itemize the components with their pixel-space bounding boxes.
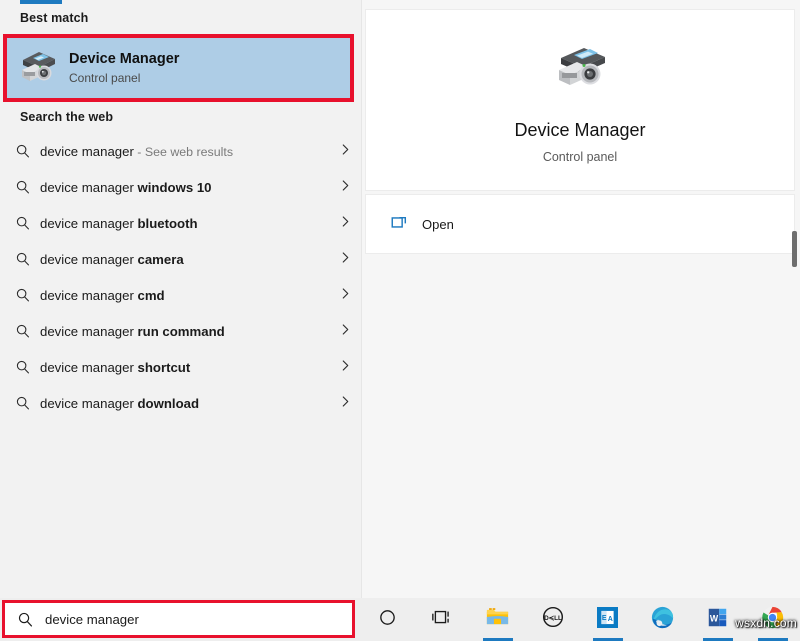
search-icon [15, 609, 35, 629]
web-suggestion-item[interactable]: device manager download [0, 385, 360, 421]
open-action-label: Open [422, 217, 454, 232]
web-suggestion-label: device manager download [40, 396, 330, 411]
search-icon [10, 246, 36, 272]
dell-icon: D≼LL [542, 606, 564, 633]
devices-printers-icon [13, 44, 61, 92]
blue-document-app-icon: E A [597, 607, 618, 633]
web-suggestion-keyword: camera [138, 252, 184, 267]
chevron-right-icon[interactable] [330, 215, 360, 231]
microsoft-edge-icon [651, 606, 674, 634]
blue-app-button[interactable]: E A [580, 598, 635, 641]
web-suggestion-label: device manager windows 10 [40, 180, 330, 195]
preview-actions-card: Open [365, 194, 795, 254]
preview-scrollbar[interactable] [790, 0, 799, 598]
file-explorer-icon [486, 607, 509, 632]
chevron-right-icon[interactable] [330, 323, 360, 339]
best-match-subtitle: Control panel [69, 70, 179, 86]
svg-text:E: E [602, 615, 607, 622]
best-match-header: Best match [20, 11, 88, 25]
web-suggestion-keyword: download [138, 396, 200, 411]
chevron-right-icon[interactable] [330, 179, 360, 195]
search-the-web-header: Search the web [20, 110, 113, 124]
web-suggestion-item[interactable]: device manager shortcut [0, 349, 360, 385]
devices-printers-icon [548, 40, 612, 96]
cortana-circle-icon [378, 608, 397, 632]
preview-subtitle: Control panel [366, 150, 794, 164]
open-action-button[interactable]: Open [390, 211, 454, 237]
open-external-icon [390, 213, 408, 236]
task-view-icon [432, 608, 454, 632]
web-suggestion-item[interactable]: device manager - See web results [0, 133, 360, 169]
search-input-value: device manager [45, 612, 139, 627]
best-match-container: Device Manager Control panel [3, 34, 354, 102]
best-match-text: Device Manager Control panel [69, 51, 179, 86]
web-suggestion-label: device manager - See web results [40, 144, 330, 159]
edge-button[interactable] [635, 598, 690, 641]
web-suggestion-label: device manager cmd [40, 288, 330, 303]
web-suggestion-item[interactable]: device manager windows 10 [0, 169, 360, 205]
web-suggestion-keyword: shortcut [138, 360, 191, 375]
cortana-button[interactable] [360, 598, 415, 641]
microsoft-word-icon: W [707, 607, 728, 633]
chevron-right-icon[interactable] [330, 251, 360, 267]
preview-card: Device Manager Control panel [365, 9, 795, 191]
svg-text:D≼LL: D≼LL [544, 615, 562, 622]
dell-button[interactable]: D≼LL [525, 598, 580, 641]
web-suggestion-item[interactable]: device manager run command [0, 313, 360, 349]
search-results-column: Best match [0, 0, 360, 598]
search-flyout: Best match [0, 0, 800, 598]
site-watermark: wsxdn.com [735, 616, 797, 630]
search-icon [10, 354, 36, 380]
taskbar: device manager [0, 598, 800, 641]
preview-title: Device Manager [366, 120, 794, 141]
preview-pane: Device Manager Control panel Open [361, 0, 800, 598]
web-suggestion-item[interactable]: device manager cmd [0, 277, 360, 313]
web-suggestion-label: device manager shortcut [40, 360, 330, 375]
web-suggestion-keyword: run command [138, 324, 225, 339]
search-input[interactable]: device manager [5, 603, 352, 635]
screen: Best match [0, 0, 800, 641]
web-suggestions-list: device manager - See web results device m… [0, 133, 360, 421]
search-icon [10, 318, 36, 344]
web-suggestion-label: device manager camera [40, 252, 330, 267]
chevron-right-icon[interactable] [330, 143, 360, 159]
web-suggestion-hint: - See web results [134, 145, 233, 159]
chevron-right-icon[interactable] [330, 359, 360, 375]
search-icon [10, 282, 36, 308]
scrollbar-thumb[interactable] [792, 231, 797, 267]
best-match-result-device-manager[interactable]: Device Manager Control panel [7, 38, 350, 98]
file-explorer-button[interactable] [470, 598, 525, 641]
task-view-button[interactable] [415, 598, 470, 641]
search-icon [10, 138, 36, 164]
taskbar-buttons: D≼LL E A [360, 598, 800, 641]
web-suggestion-keyword: cmd [138, 288, 165, 303]
web-suggestion-keyword: windows 10 [138, 180, 212, 195]
svg-text:A: A [608, 616, 613, 623]
search-icon [10, 390, 36, 416]
chevron-right-icon[interactable] [330, 287, 360, 303]
taskbar-search-container: device manager [0, 598, 358, 641]
web-suggestion-item[interactable]: device manager bluetooth [0, 205, 360, 241]
search-icon [10, 210, 36, 236]
chevron-right-icon[interactable] [330, 395, 360, 411]
web-suggestion-label: device manager run command [40, 324, 330, 339]
search-icon [10, 174, 36, 200]
svg-text:W: W [710, 613, 719, 623]
web-suggestion-keyword: bluetooth [138, 216, 198, 231]
all-tab-indicator[interactable] [20, 0, 62, 4]
best-match-title: Device Manager [69, 51, 179, 68]
web-suggestion-label: device manager bluetooth [40, 216, 330, 231]
web-suggestion-item[interactable]: device manager camera [0, 241, 360, 277]
